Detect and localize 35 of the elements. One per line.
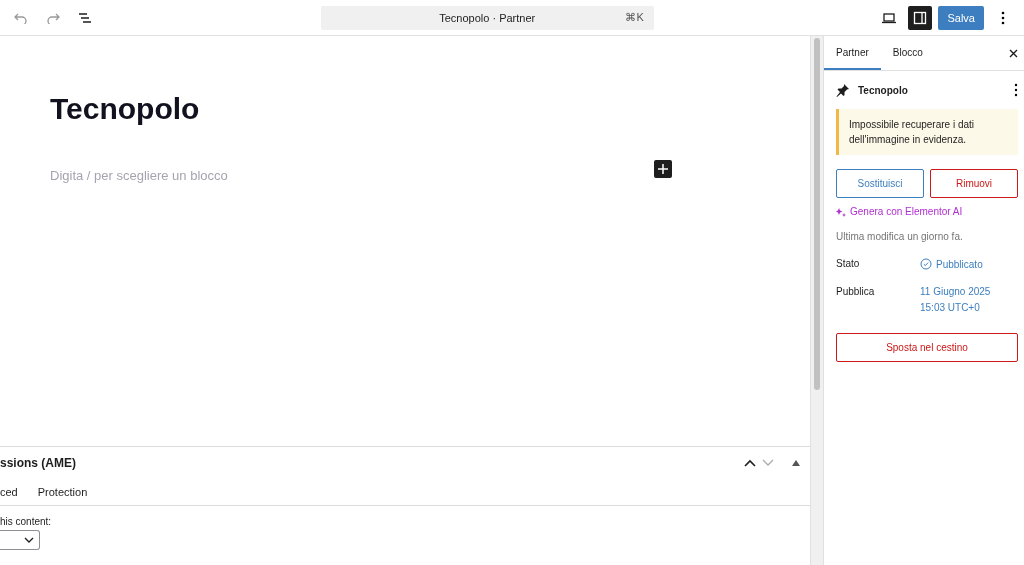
more-icon[interactable] bbox=[1014, 83, 1018, 97]
triangle-up-icon[interactable] bbox=[792, 460, 800, 466]
chevron-up-icon[interactable] bbox=[744, 459, 756, 467]
panel-title: ssions (AME) bbox=[0, 456, 76, 470]
trash-button[interactable]: Sposta nel cestino bbox=[836, 333, 1018, 362]
select-field[interactable] bbox=[0, 530, 40, 550]
add-block-button[interactable] bbox=[654, 160, 672, 178]
field-label: Pubblica bbox=[836, 286, 876, 299]
remove-button[interactable]: Rimuovi bbox=[930, 169, 1018, 198]
status-link[interactable]: Pubblicato bbox=[920, 258, 983, 270]
ai-link[interactable]: Genera con Elementor AI bbox=[836, 206, 1018, 217]
chevron-down-icon bbox=[24, 537, 34, 543]
field-label: Stato bbox=[836, 258, 861, 270]
save-button[interactable]: Salva bbox=[938, 5, 984, 30]
sidebar-tab[interactable]: Blocco bbox=[880, 36, 935, 70]
sidebar-icon bbox=[913, 10, 928, 25]
sidebar-toggle[interactable] bbox=[908, 5, 933, 30]
last-modified-text: Ultima modifica un giorno fa. bbox=[836, 231, 964, 242]
plus-icon bbox=[658, 164, 668, 174]
command-bar[interactable]: Tecnopolo · Partner ⌘K bbox=[320, 5, 654, 30]
panel-tab[interactable]: Protection bbox=[37, 486, 88, 498]
warning-notice: Impossibile recuperare i dati dell'immagine in evidenza. bbox=[836, 109, 1018, 155]
close-icon[interactable] bbox=[1009, 48, 1018, 58]
post-name: Tecnopolo bbox=[858, 84, 908, 96]
field-label: his content: bbox=[0, 516, 53, 527]
check-circle-icon bbox=[920, 258, 932, 270]
replace-button[interactable]: Sostituisci bbox=[836, 169, 924, 198]
pin-icon bbox=[836, 83, 850, 97]
sparkle-icon bbox=[836, 206, 846, 217]
scrollbar-thumb[interactable] bbox=[814, 38, 820, 390]
sidebar-tab[interactable]: Partner bbox=[824, 36, 881, 70]
panel-tab[interactable]: ced bbox=[0, 486, 18, 498]
post-title[interactable]: Tecnopolo bbox=[50, 92, 810, 126]
date-link[interactable]: 11 Giugno 2025 15:03 UTC+0 bbox=[920, 286, 991, 313]
shortcut-hint: ⌘K bbox=[625, 11, 644, 24]
